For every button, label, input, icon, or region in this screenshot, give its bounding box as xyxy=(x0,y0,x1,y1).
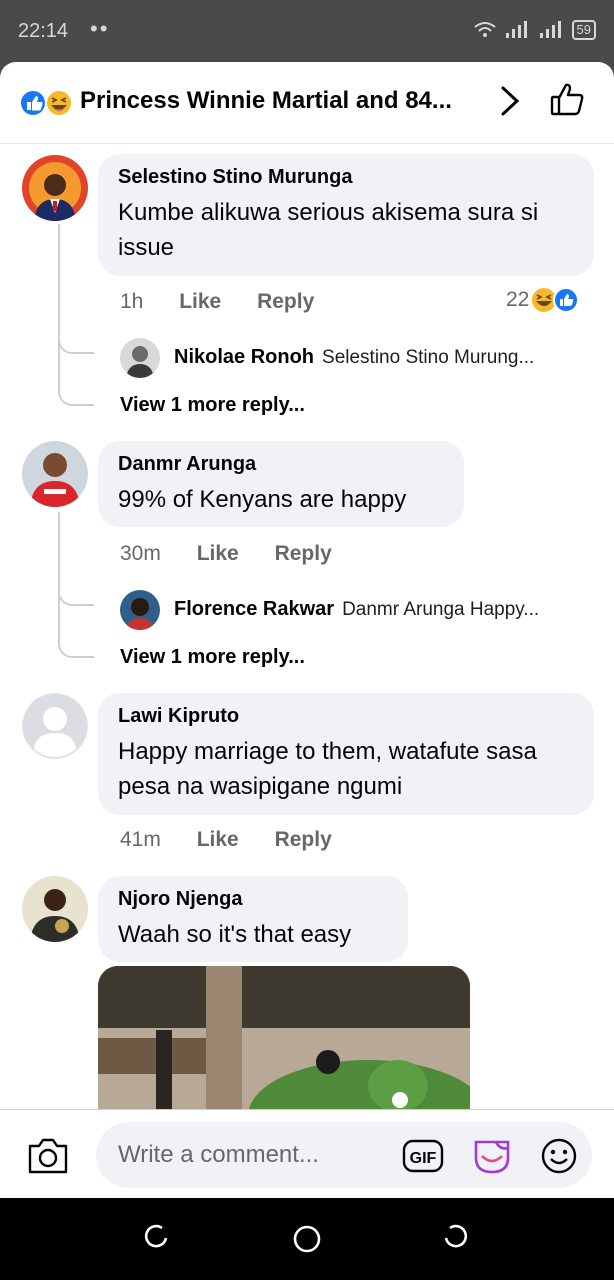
like-icon xyxy=(553,287,580,313)
like-icon xyxy=(19,89,73,117)
reply-button[interactable]: Reply xyxy=(275,828,332,851)
like-button[interactable]: Like xyxy=(197,828,239,851)
thread-connector xyxy=(58,624,94,658)
wifi-icon xyxy=(473,22,496,37)
avatar[interactable] xyxy=(22,441,88,507)
home-icon[interactable] xyxy=(292,1224,322,1254)
camera-icon[interactable] xyxy=(26,1136,70,1176)
comment-input-placeholder: Write a comment... xyxy=(118,1141,319,1168)
system-nav-bar xyxy=(0,1198,614,1280)
comment-composer: Write a comment... GIF xyxy=(0,1109,614,1198)
gif-label: GIF xyxy=(410,1150,437,1167)
comment-bubble[interactable]: Lawi Kipruto Happy marriage to them, wat… xyxy=(98,693,594,815)
reply-preview[interactable]: Florence Rakwar Danmr Arunga Happy... xyxy=(174,598,539,621)
gif-icon[interactable]: GIF xyxy=(402,1139,444,1173)
comment-text: Kumbe alikuwa serious akisema sura si is… xyxy=(118,199,539,261)
thread-connector xyxy=(58,576,94,606)
notification-dots: •• xyxy=(90,16,110,41)
reply-button[interactable]: Reply xyxy=(257,290,314,313)
avatar[interactable] xyxy=(22,876,88,942)
status-icons: 59 xyxy=(473,20,596,40)
reply-author[interactable]: Nikolae Ronoh xyxy=(174,346,314,368)
comment-author[interactable]: Lawi Kipruto xyxy=(118,705,574,728)
comment-time: 30m xyxy=(120,542,161,565)
sticker-icon[interactable] xyxy=(470,1136,514,1176)
like-button[interactable]: Like xyxy=(179,290,221,313)
chevron-right-icon[interactable] xyxy=(498,84,522,118)
status-time: 22:14 xyxy=(18,20,69,42)
reply-snippet: Danmr Arunga Happy... xyxy=(342,599,540,620)
recent-apps-icon[interactable] xyxy=(142,1224,170,1252)
status-bar: 22:14 •• 59 xyxy=(0,0,614,62)
thread-connector xyxy=(58,372,94,406)
reply-preview[interactable]: Nikolae Ronoh Selestino Stino Murung... xyxy=(174,346,534,369)
reaction-summary[interactable]: 22 xyxy=(506,287,580,313)
avatar[interactable] xyxy=(120,590,160,630)
comment-input[interactable]: Write a comment... GIF xyxy=(96,1122,592,1188)
avatar[interactable] xyxy=(120,338,160,378)
back-icon[interactable] xyxy=(442,1224,470,1252)
comment-author[interactable]: Danmr Arunga xyxy=(118,453,444,476)
comment-bubble[interactable]: Selestino Stino Murunga Kumbe alikuwa se… xyxy=(98,154,594,276)
thread-connector xyxy=(58,324,94,354)
like-button-icon[interactable] xyxy=(548,80,588,120)
emoji-icon[interactable] xyxy=(540,1137,578,1175)
avatar[interactable] xyxy=(22,693,88,759)
reply-author[interactable]: Florence Rakwar xyxy=(174,598,334,620)
comment-bubble[interactable]: Njoro Njenga Waah so it's that easy xyxy=(98,876,408,962)
comment-actions: 30m Like Reply xyxy=(120,542,362,566)
reply-snippet: Selestino Stino Murung... xyxy=(322,347,535,368)
comment-actions: 41m Like Reply xyxy=(120,828,362,852)
thread-line xyxy=(58,224,60,394)
signal-icon-2 xyxy=(539,21,561,38)
comment-time: 41m xyxy=(120,828,161,851)
comment-text: Waah so it's that easy xyxy=(118,921,352,948)
signal-icon xyxy=(505,21,527,38)
reactions-header[interactable]: Princess Winnie Martial and 84... xyxy=(0,62,614,144)
comment-author[interactable]: Selestino Stino Murunga xyxy=(118,166,574,189)
view-more-replies[interactable]: View 1 more reply... xyxy=(120,646,305,669)
like-button[interactable]: Like xyxy=(197,542,239,565)
header-title: Princess Winnie Martial and 84... xyxy=(80,87,452,114)
comment-bubble[interactable]: Danmr Arunga 99% of Kenyans are happy xyxy=(98,441,464,527)
comment-text: 99% of Kenyans are happy xyxy=(118,486,407,513)
reply-button[interactable]: Reply xyxy=(275,542,332,565)
avatar[interactable] xyxy=(22,155,88,221)
comment-actions: 1h Like Reply xyxy=(120,290,344,314)
comments-sheet: Princess Winnie Martial and 84... Selest… xyxy=(0,62,614,1198)
comment-time: 1h xyxy=(120,290,144,313)
comment-text: Happy marriage to them, watafute sasa pe… xyxy=(118,738,537,800)
battery-icon: 59 xyxy=(571,20,596,40)
comment-image[interactable] xyxy=(98,966,470,1126)
reaction-count: 22 xyxy=(506,288,530,311)
comment-author[interactable]: Njoro Njenga xyxy=(118,888,388,911)
view-more-replies[interactable]: View 1 more reply... xyxy=(120,394,305,417)
